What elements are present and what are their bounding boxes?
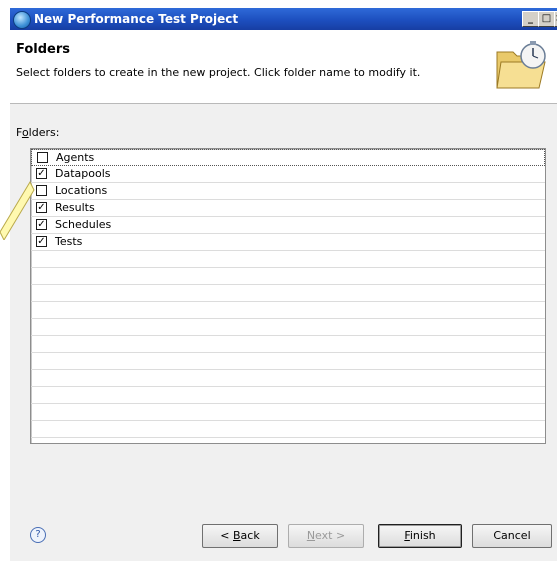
window-title: New Performance Test Project [34,12,239,26]
back-button[interactable]: < Back [202,524,278,548]
list-item[interactable]: Locations [31,183,545,200]
list-item[interactable]: ✓ Results [31,200,545,217]
folder-stopwatch-icon [496,41,546,89]
checkbox[interactable]: ✓ [36,168,47,179]
empty-row [31,421,545,438]
empty-row [31,336,545,353]
checkbox[interactable] [36,185,47,196]
empty-row [31,387,545,404]
empty-row [31,370,545,387]
checkbox[interactable]: ✓ [36,202,47,213]
list-item[interactable]: Agents [31,149,545,166]
folder-name[interactable]: Results [55,201,95,214]
wizard-content: Folders: Agents ✓ Datapools Locations ✓ … [10,104,557,561]
finish-button[interactable]: Finish [378,524,462,548]
empty-row [31,268,545,285]
folders-label: Folders: [16,126,60,139]
minimize-button[interactable]: _ [522,11,539,27]
next-button[interactable]: Next > [288,524,364,548]
folder-name[interactable]: Schedules [55,218,111,231]
app-globe-icon [13,11,31,29]
page-title: Folders [16,42,71,57]
checkbox[interactable]: ✓ [36,219,47,230]
maximize-button[interactable]: □ [538,11,555,27]
folder-name[interactable]: Locations [55,184,107,197]
page-description: Select folders to create in the new proj… [16,66,421,79]
folders-list[interactable]: Agents ✓ Datapools Locations ✓ Results ✓… [30,148,546,444]
empty-row [31,285,545,302]
list-item[interactable]: ✓ Datapools [31,166,545,183]
empty-row [31,251,545,268]
empty-row [31,353,545,370]
checkbox[interactable]: ✓ [36,236,47,247]
checkbox[interactable] [37,152,48,163]
callout-pointer [0,180,35,240]
list-item[interactable]: ✓ Tests [31,234,545,251]
cancel-button[interactable]: Cancel [472,524,552,548]
empty-row [31,319,545,336]
title-bar[interactable]: New Performance Test Project _ □ × [10,8,557,30]
folder-name[interactable]: Agents [56,151,94,164]
list-item[interactable]: ✓ Schedules [31,217,545,234]
wizard-header: Folders Select folders to create in the … [10,30,557,104]
folder-name[interactable]: Tests [55,235,82,248]
folder-name[interactable]: Datapools [55,167,111,180]
empty-row [31,404,545,421]
help-button[interactable]: ? [30,527,46,543]
empty-row [31,302,545,319]
